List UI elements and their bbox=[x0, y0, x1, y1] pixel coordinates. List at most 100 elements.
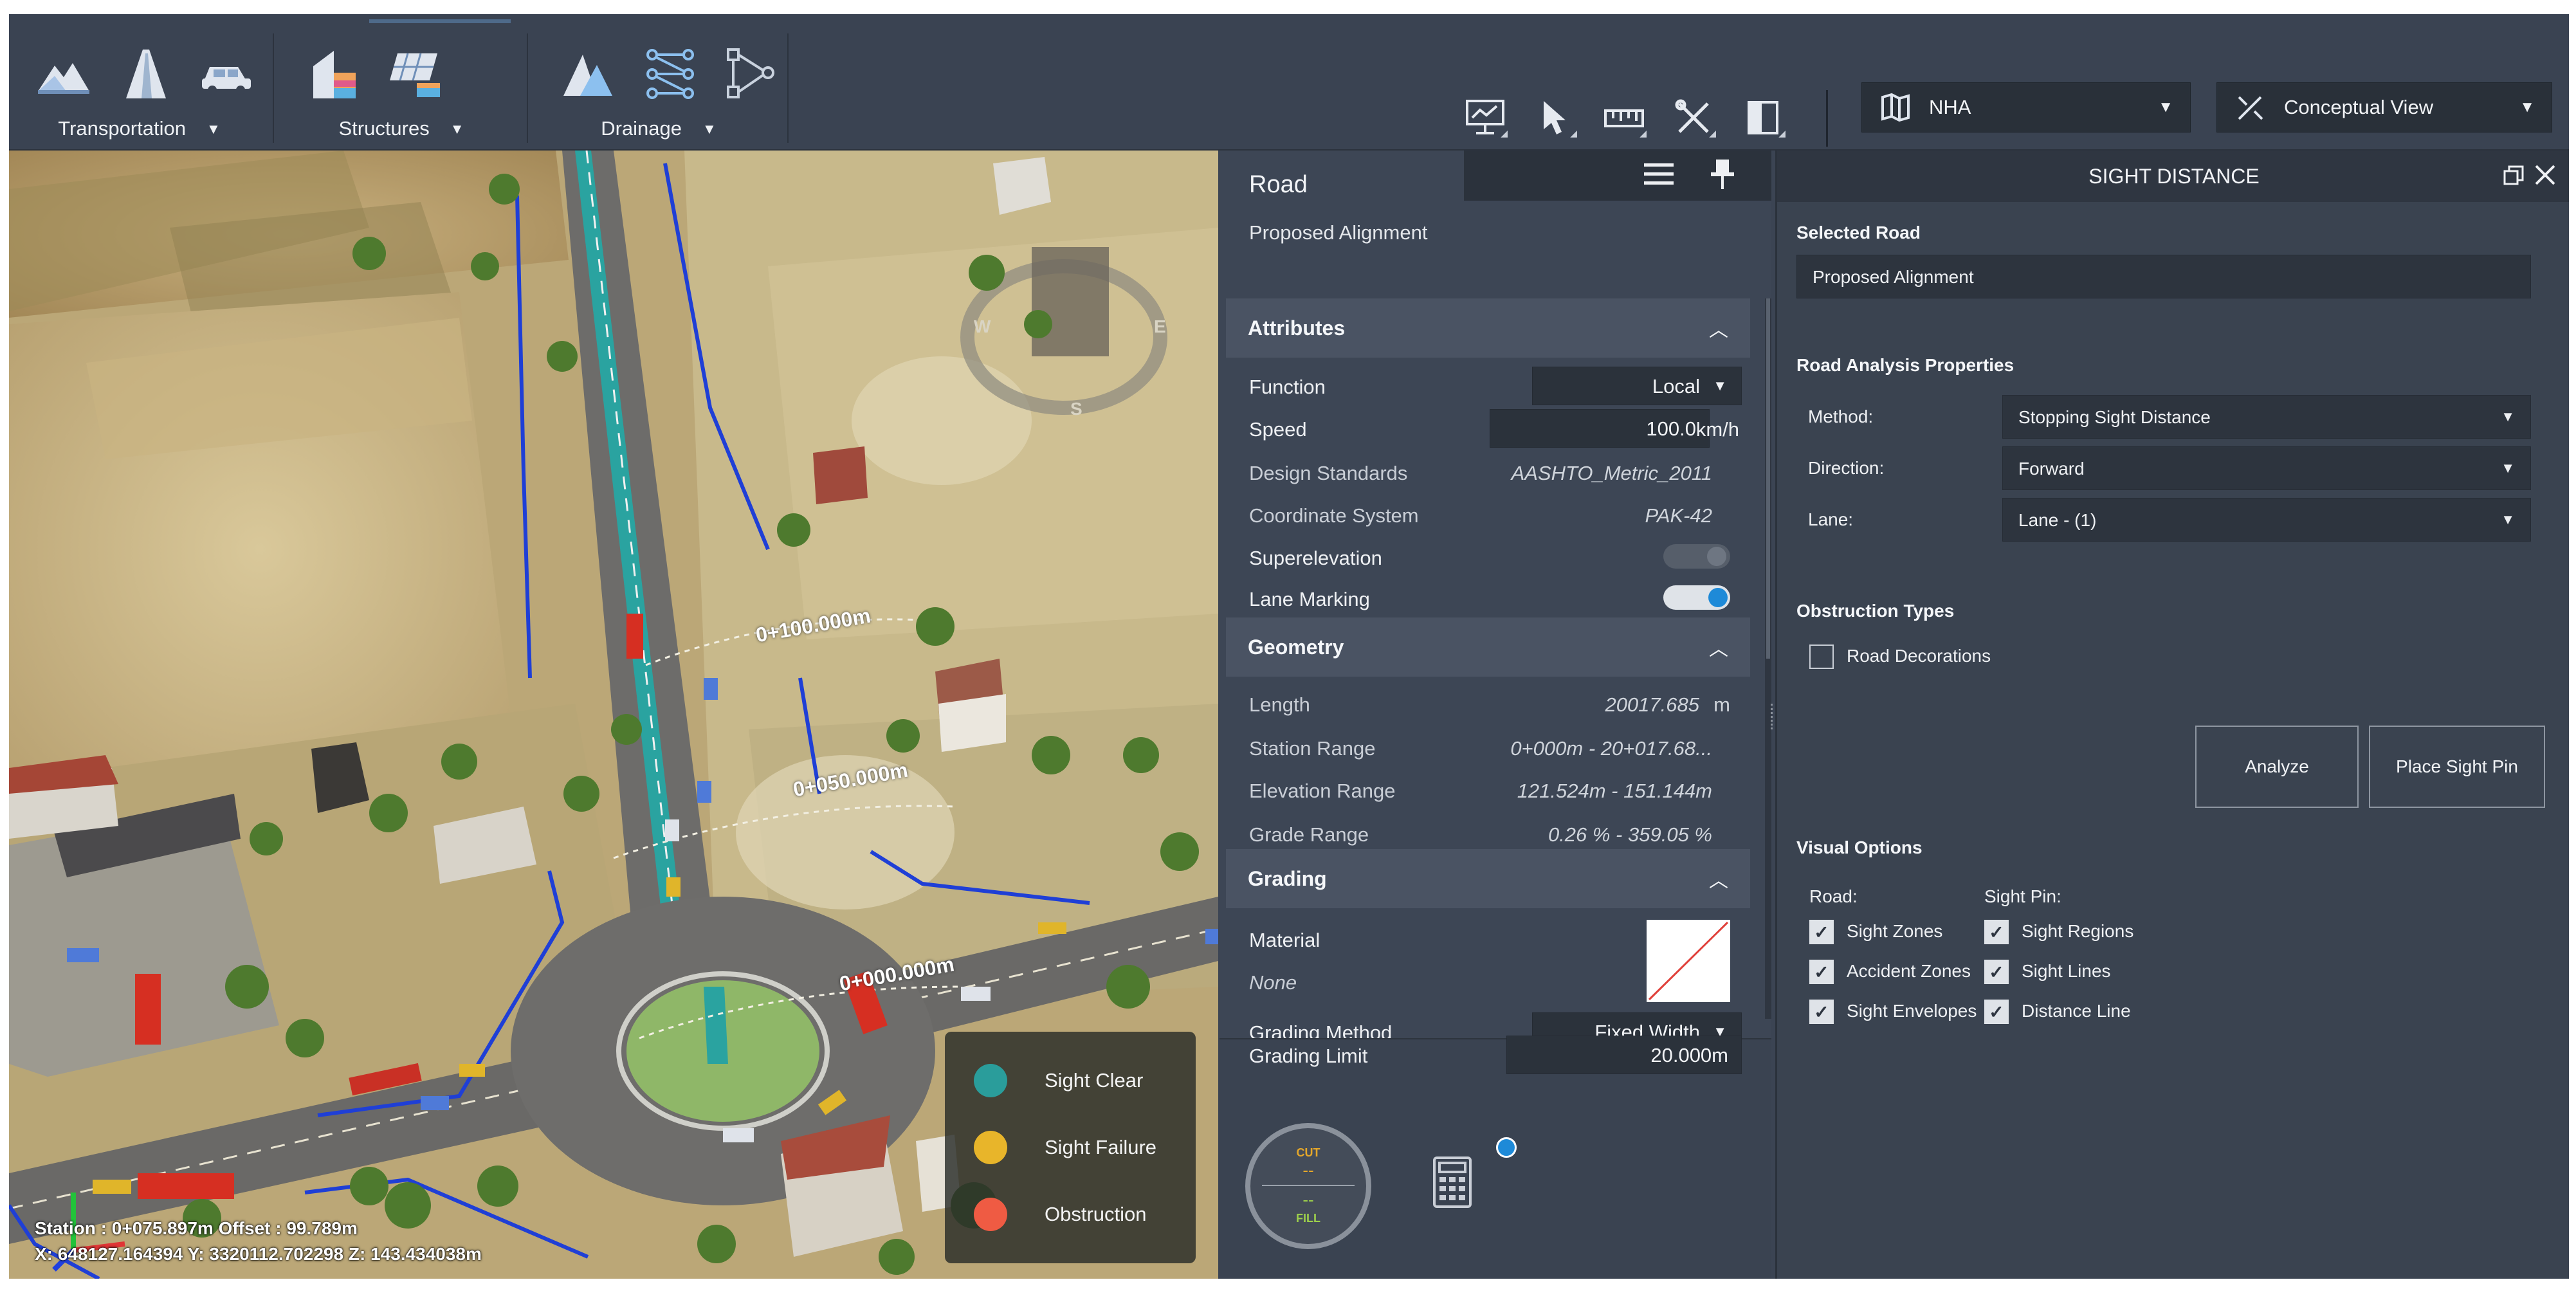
material-swatch[interactable] bbox=[1647, 920, 1730, 1002]
grading-section-header[interactable]: Grading ︿ bbox=[1226, 849, 1750, 908]
sight-distance-header: SIGHT DISTANCE bbox=[1777, 151, 2569, 202]
road-icon[interactable] bbox=[117, 45, 175, 103]
map-icon bbox=[1876, 88, 1915, 127]
chevron-up-icon[interactable]: ︿ bbox=[1709, 864, 1728, 893]
vehicle-icon[interactable] bbox=[199, 45, 257, 103]
geometry-title: Geometry bbox=[1248, 635, 1344, 659]
selected-road-field[interactable]: Proposed Alignment bbox=[1796, 255, 2531, 298]
function-label: Function bbox=[1249, 376, 1326, 398]
selected-road-heading: Selected Road bbox=[1796, 223, 1921, 242]
sight-failure-swatch bbox=[974, 1131, 1007, 1164]
water-drop-icon[interactable] bbox=[559, 45, 617, 103]
length-unit: m bbox=[1713, 693, 1730, 716]
chevron-down-icon[interactable]: ▼ bbox=[206, 121, 221, 138]
pin-icon[interactable] bbox=[1708, 158, 1737, 190]
superelevation-row: Superelevation bbox=[1249, 538, 1744, 576]
sight-regions-checkbox[interactable]: ✓ bbox=[1984, 920, 2009, 944]
select-pointer-icon[interactable]: ◢ bbox=[1531, 94, 1578, 142]
lane-marking-label: Lane Marking bbox=[1249, 588, 1370, 610]
sight-envelopes-label: Sight Envelopes bbox=[1847, 1001, 1977, 1021]
road-panel-scrollbar[interactable] bbox=[1765, 298, 1771, 1019]
road-panel-header: Road bbox=[1219, 151, 1771, 214]
3d-viewport[interactable]: 0+100.000m 0+050.000m 0+000.000m W E S S… bbox=[9, 151, 1218, 1279]
compass-west: W bbox=[974, 316, 991, 336]
legend-item: Sight Failure bbox=[974, 1131, 1156, 1164]
lane-select[interactable]: Lane - (1) ▼ bbox=[2002, 498, 2531, 542]
legend-label: Sight Clear bbox=[1045, 1069, 1144, 1092]
pipe-network-icon[interactable] bbox=[641, 45, 699, 103]
speed-unit: km/h bbox=[1695, 418, 1739, 441]
calculator-icon[interactable] bbox=[1432, 1155, 1473, 1209]
compass-south: S bbox=[1070, 399, 1082, 419]
terrain-icon[interactable] bbox=[35, 45, 93, 103]
speed-row: Speed 100.0 km/h bbox=[1249, 409, 1744, 448]
road-panel-toolbar bbox=[1464, 151, 1771, 201]
attributes-title: Attributes bbox=[1248, 316, 1346, 340]
direction-select[interactable]: Forward ▼ bbox=[2002, 446, 2531, 490]
elevation-range-label: Elevation Range bbox=[1249, 780, 1396, 802]
elevation-range-value: 121.524m - 151.144m bbox=[1517, 780, 1712, 802]
chevron-down-icon: ▼ bbox=[2501, 511, 2515, 527]
flow-icon[interactable] bbox=[724, 45, 781, 103]
function-select[interactable]: Local ▼ bbox=[1532, 367, 1742, 405]
grading-limit-input[interactable]: 20.000m bbox=[1506, 1036, 1742, 1074]
attributes-section-header[interactable]: Attributes ︿ bbox=[1226, 298, 1750, 358]
length-row: Length 20017.685 m bbox=[1249, 684, 1744, 723]
panel-resize-handle[interactable] bbox=[1771, 704, 1777, 729]
cut-fill-gauge[interactable]: CUT -- -- FILL bbox=[1245, 1123, 1371, 1249]
chevron-down-icon[interactable]: ▼ bbox=[450, 121, 464, 138]
lane-marking-toggle[interactable] bbox=[1663, 585, 1730, 610]
view-tools: ◢ ◢ ◢ ◢ ◢ bbox=[1461, 94, 1787, 142]
grading-limit-value: 20.000m bbox=[1650, 1044, 1728, 1066]
toolbar-divider bbox=[527, 33, 528, 143]
structures-label[interactable]: Structures bbox=[338, 117, 429, 140]
analyze-button[interactable]: Analyze bbox=[2195, 726, 2359, 808]
station-range-label: Station Range bbox=[1249, 737, 1376, 760]
panel-icon[interactable]: ◢ bbox=[1739, 94, 1787, 142]
geometry-section-header[interactable]: Geometry ︿ bbox=[1226, 617, 1750, 677]
accident-zones-label: Accident Zones bbox=[1847, 961, 1971, 981]
grade-range-value: 0.26 % - 359.05 % bbox=[1548, 823, 1712, 846]
chevron-up-icon[interactable]: ︿ bbox=[1709, 314, 1728, 342]
distance-line-checkbox[interactable]: ✓ bbox=[1984, 1000, 2009, 1024]
measure-icon[interactable]: ◢ bbox=[1600, 94, 1648, 142]
coordinate-system-value: PAK-42 bbox=[1645, 504, 1712, 527]
chevron-up-icon[interactable]: ︿ bbox=[1709, 633, 1728, 661]
toolbar-divider bbox=[1826, 90, 1828, 147]
accident-zones-checkbox[interactable]: ✓ bbox=[1809, 960, 1834, 984]
building-icon[interactable] bbox=[305, 45, 363, 103]
sight-lines-checkbox[interactable]: ✓ bbox=[1984, 960, 2009, 984]
place-sight-pin-button[interactable]: Place Sight Pin bbox=[2369, 726, 2545, 808]
speed-input[interactable]: 100.0 bbox=[1490, 409, 1710, 448]
cut-label: CUT bbox=[1296, 1146, 1320, 1159]
chevron-down-icon[interactable]: ▼ bbox=[702, 121, 717, 138]
lane-label: Lane: bbox=[1808, 509, 1854, 529]
grade-range-label: Grade Range bbox=[1249, 823, 1369, 846]
view-style-dropdown[interactable]: Conceptual View ▼ bbox=[2216, 82, 2552, 133]
menu-icon[interactable] bbox=[1644, 161, 1674, 187]
restore-window-icon[interactable] bbox=[2503, 165, 2525, 187]
close-icon[interactable] bbox=[2534, 163, 2557, 187]
sight-zones-checkbox[interactable]: ✓ bbox=[1809, 920, 1834, 944]
direction-label: Direction: bbox=[1808, 458, 1885, 478]
transportation-label[interactable]: Transportation bbox=[58, 117, 186, 140]
sight-envelopes-checkbox[interactable]: ✓ bbox=[1809, 1000, 1834, 1024]
drainage-label[interactable]: Drainage bbox=[601, 117, 682, 140]
sight-pin-options-heading: Sight Pin: bbox=[1984, 886, 2061, 906]
earthwork-status-area: Grading Limit 20.000m CUT -- -- FILL bbox=[1219, 1036, 1771, 1279]
coordinate-system-label: Coordinate System bbox=[1249, 504, 1419, 527]
road-properties-scroll[interactable]: Attributes ︿ Function Local ▼ Speed 100.… bbox=[1219, 298, 1765, 1019]
project-dropdown[interactable]: NHA ▼ bbox=[1861, 82, 2191, 133]
speed-label: Speed bbox=[1249, 418, 1307, 441]
tools-icon[interactable]: ◢ bbox=[1670, 94, 1717, 142]
road-decorations-checkbox[interactable] bbox=[1809, 644, 1834, 669]
presentation-icon[interactable]: ◢ bbox=[1461, 94, 1509, 142]
method-select[interactable]: Stopping Sight Distance ▼ bbox=[2002, 395, 2531, 439]
pencil-ruler-icon bbox=[2231, 88, 2270, 127]
method-label: Method: bbox=[1808, 407, 1874, 426]
solar-panel-icon[interactable] bbox=[387, 45, 445, 103]
design-standards-label: Design Standards bbox=[1249, 462, 1408, 484]
station-offset-readout: Station : 0+075.897m Offset : 99.789m bbox=[35, 1218, 358, 1238]
superelevation-toggle[interactable] bbox=[1663, 544, 1730, 569]
lane-marking-row: Lane Marking bbox=[1249, 579, 1744, 617]
